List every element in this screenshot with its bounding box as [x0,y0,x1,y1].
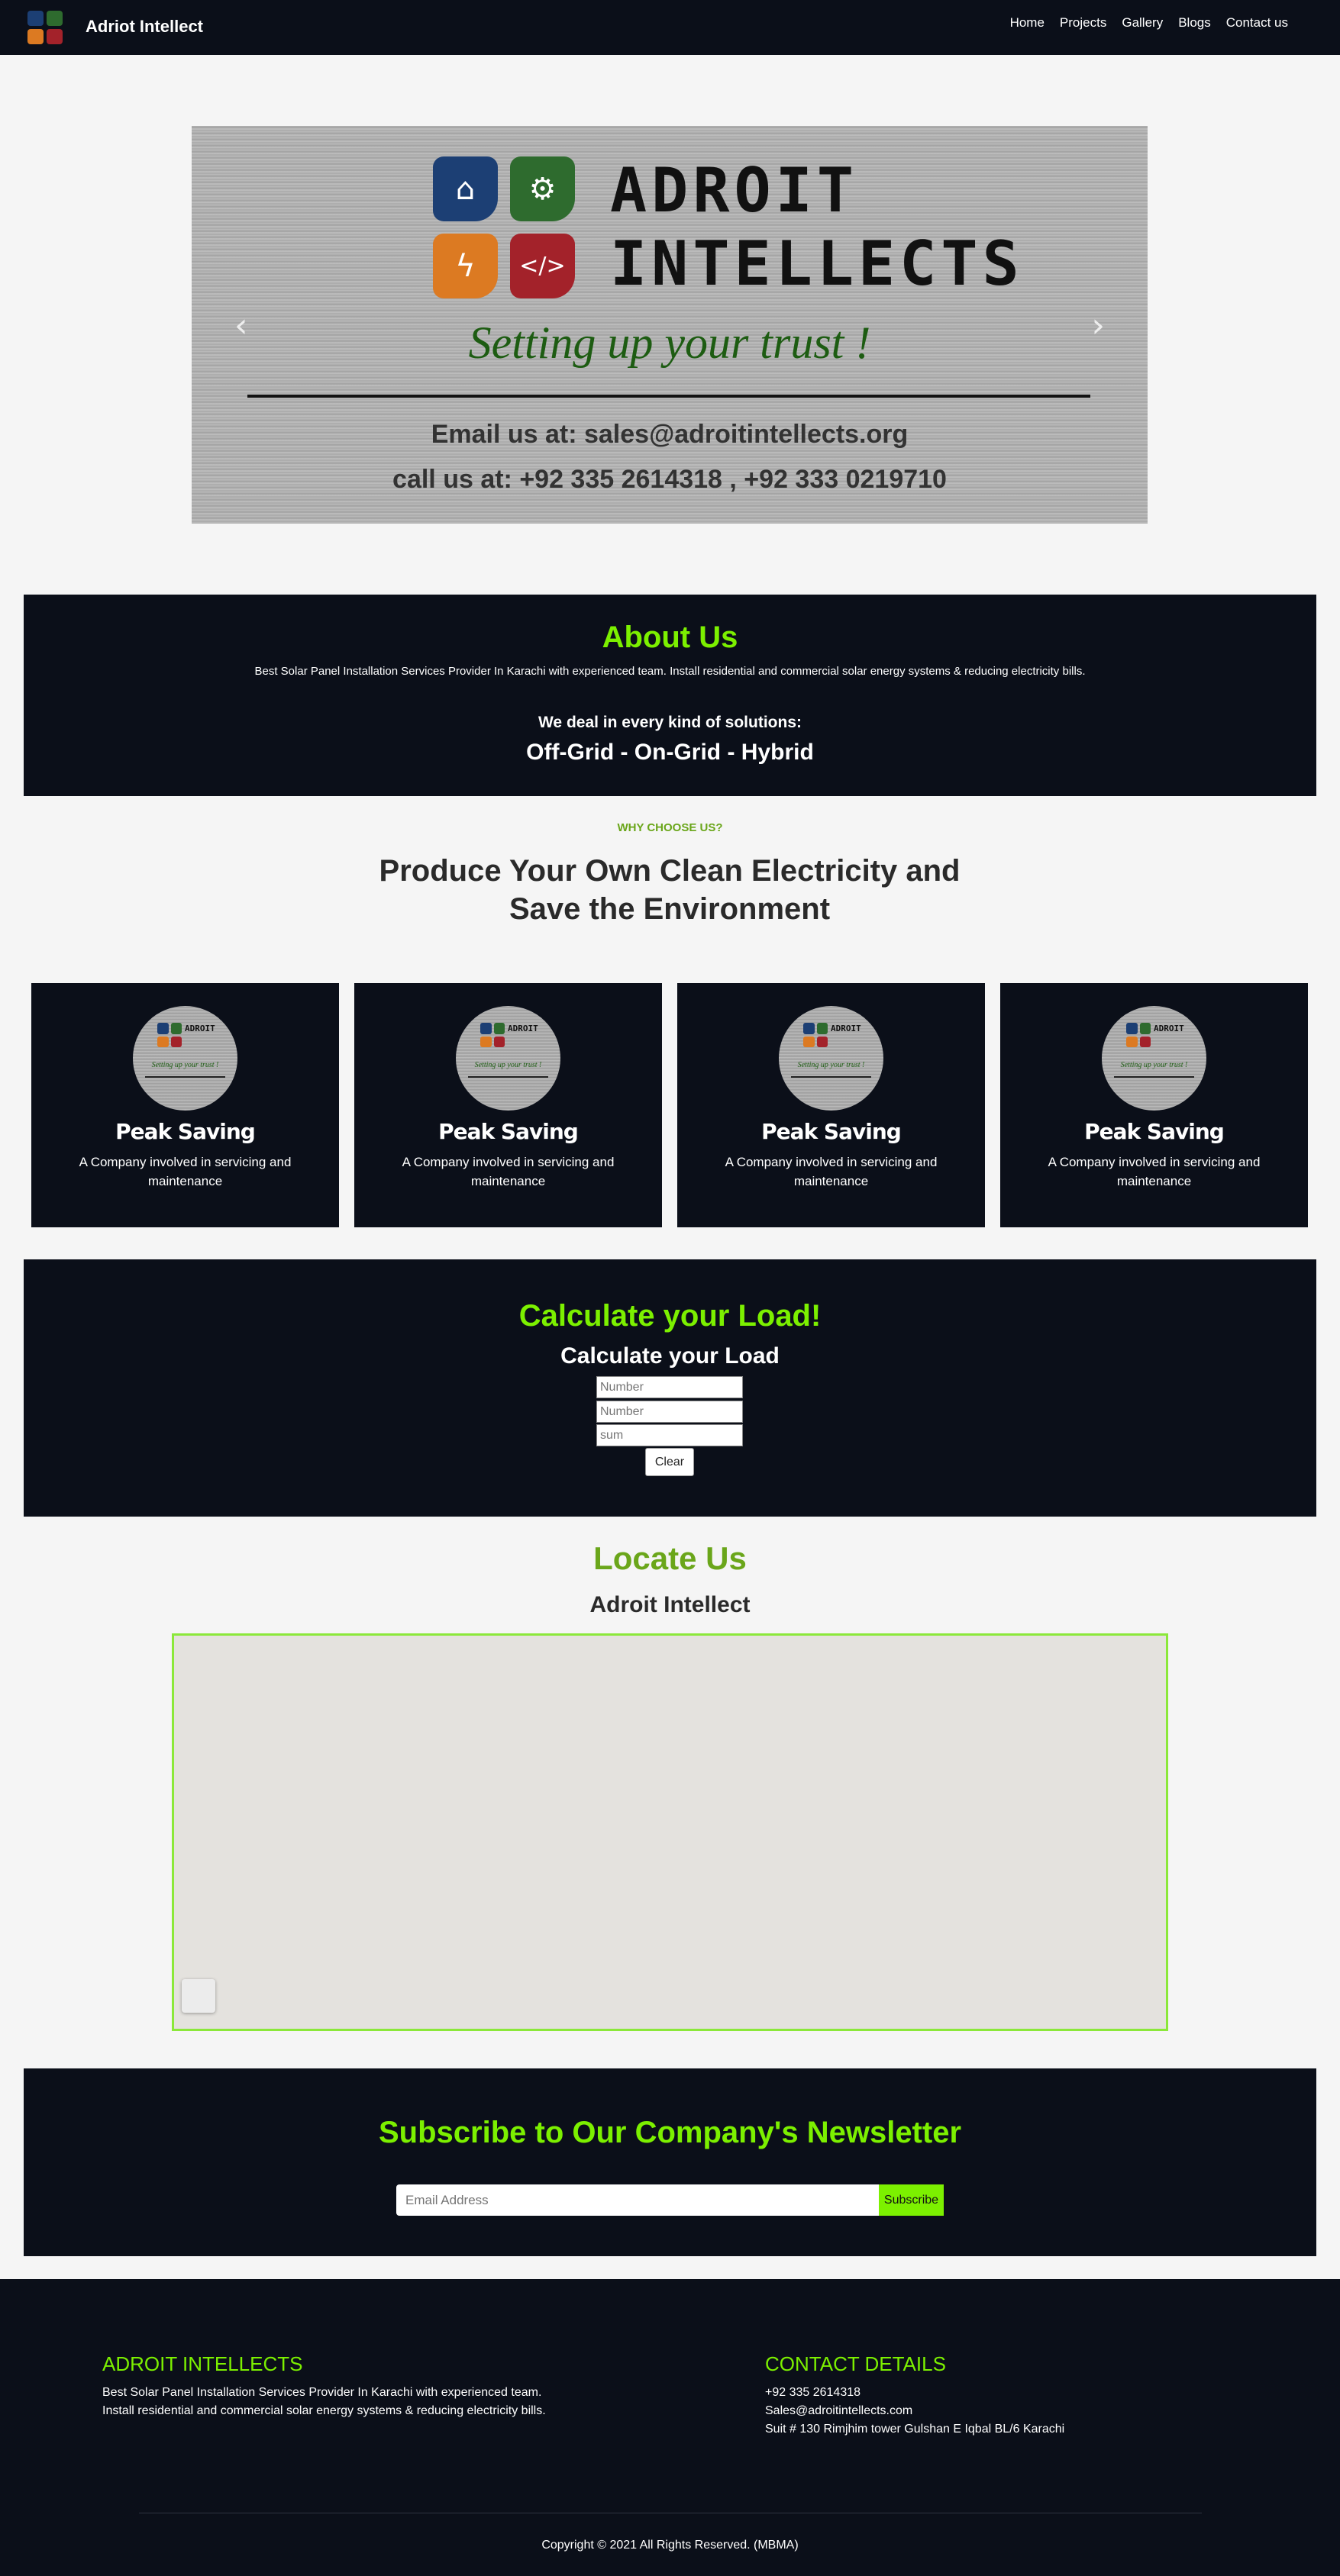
carousel-slide: ⌂ ⚙ ϟ </> ADROIT INTELLECTS Setting up y… [192,126,1148,524]
nav-home[interactable]: Home [1010,15,1045,31]
email-field[interactable] [396,2184,879,2216]
chevron-left-icon[interactable]: ‹ [234,306,248,345]
card-text: A Company involved in servicing and main… [79,1155,292,1188]
code-icon: </> [510,234,575,298]
footer-address: Suit # 130 Rimjhim tower Gulshan E Iqbal… [765,2423,1065,2436]
about-subheading: We deal in every kind of solutions: [538,714,802,731]
number-input-2[interactable] [596,1401,743,1423]
footer-about-heading: ADROIT INTELLECTS [102,2352,303,2375]
feature-cards: ADROIT Setting up your trust ! Peak Savi… [31,983,1308,1227]
card-logo-image: ADROIT Setting up your trust ! [456,1006,560,1111]
footer: ADROIT INTELLECTS Best Solar Panel Insta… [0,2279,1340,2576]
card-title: Peak Saving [438,1119,579,1144]
logo-home-tile [27,11,44,26]
logo-bolt-tile [27,29,44,44]
footer-about: ADROIT INTELLECTS Best Solar Panel Insta… [102,2352,546,2420]
why-title: Produce Your Own Clean Electricity and S… [379,854,961,926]
load-calculator: Calculate your Load! Calculate your Load… [24,1259,1316,1517]
about-section: About Us Best Solar Panel Installation S… [24,595,1316,796]
sum-field[interactable] [596,1424,743,1446]
map-control-button[interactable] [182,1979,215,2013]
locate-subtitle: Adroit Intellect [589,1592,751,1617]
card-text: A Company involved in servicing and main… [402,1155,615,1188]
subscribe-button[interactable]: Subscribe [879,2184,944,2216]
footer-copyright: Copyright © 2021 All Rights Reserved. (M… [541,2539,799,2552]
about-text: Best Solar Panel Installation Services P… [254,665,1086,678]
feature-card: ADROIT Setting up your trust ! Peak Savi… [677,983,985,1227]
map-embed[interactable] [172,1633,1168,2031]
ad-divider [247,395,1090,398]
footer-contact-heading: CONTACT DETAILS [765,2352,946,2375]
clear-button[interactable]: Clear [645,1448,694,1476]
about-title: About Us [602,621,738,654]
about-solution-types: Off-Grid - On-Grid - Hybrid [526,740,814,765]
card-logo-image: ADROIT Setting up your trust ! [133,1006,237,1111]
card-title: Peak Saving [115,1119,256,1144]
card-title: Peak Saving [761,1119,902,1144]
card-text: A Company involved in servicing and main… [725,1155,938,1188]
logo-code-tile [47,29,63,44]
nav-links: Home Projects Gallery Blogs Contact us [1010,15,1288,31]
footer-contact: CONTACT DETAILS +92 335 2614318 Sales@ad… [765,2352,1064,2439]
brand-name[interactable]: Adriot Intellect [86,17,203,37]
feature-card: ADROIT Setting up your trust ! Peak Savi… [1000,983,1308,1227]
chevron-right-icon[interactable]: › [1091,306,1105,345]
brand-logo[interactable] [27,11,63,44]
footer-about-line: Best Solar Panel Installation Services P… [102,2386,542,2399]
locate-title: Locate Us [593,1540,747,1576]
footer-about-line: Install residential and commercial solar… [102,2404,546,2417]
footer-email: Sales@adroitintellects.com [765,2404,913,2417]
ad-tagline: Setting up your trust ! [468,318,871,368]
ad-logo-line2: INTELLECTS [610,228,1024,299]
card-logo-image: ADROIT Setting up your trust ! [1102,1006,1206,1111]
ad-email: Email us at: sales@adroitintellects.org [431,420,909,449]
calc-title: Calculate your Load! [518,1299,822,1333]
logo-gear-tile [47,11,63,26]
nav-contact[interactable]: Contact us [1226,15,1288,31]
bolt-icon: ϟ [433,234,498,298]
nav-projects[interactable]: Projects [1060,15,1106,31]
ad-phone: call us at: +92 335 2614318 , +92 333 02… [392,465,947,494]
ad-logo-line1: ADROIT [610,155,858,226]
home-icon: ⌂ [433,156,498,221]
ad-logo-tiles: ⌂ ⚙ ϟ </> [433,156,575,298]
calc-subtitle: Calculate your Load [560,1343,780,1369]
navbar: Adriot Intellect Home Projects Gallery B… [0,0,1340,55]
feature-card: ADROIT Setting up your trust ! Peak Savi… [31,983,339,1227]
newsletter-section: Subscribe to Our Company's Newsletter Su… [24,2068,1316,2256]
number-input-1[interactable] [596,1376,743,1398]
card-text: A Company involved in servicing and main… [1048,1155,1261,1188]
why-kicker: WHY CHOOSE US? [617,821,723,834]
nav-blogs[interactable]: Blogs [1178,15,1211,31]
card-logo-image: ADROIT Setting up your trust ! [779,1006,883,1111]
nav-gallery[interactable]: Gallery [1122,15,1163,31]
card-title: Peak Saving [1084,1119,1225,1144]
gear-icon: ⚙ [510,156,575,221]
hero-carousel: ⌂ ⚙ ϟ </> ADROIT INTELLECTS Setting up y… [192,126,1148,524]
footer-phone: +92 335 2614318 [765,2386,861,2399]
newsletter-title: Subscribe to Our Company's Newsletter [378,2116,962,2149]
feature-card: ADROIT Setting up your trust ! Peak Savi… [354,983,662,1227]
